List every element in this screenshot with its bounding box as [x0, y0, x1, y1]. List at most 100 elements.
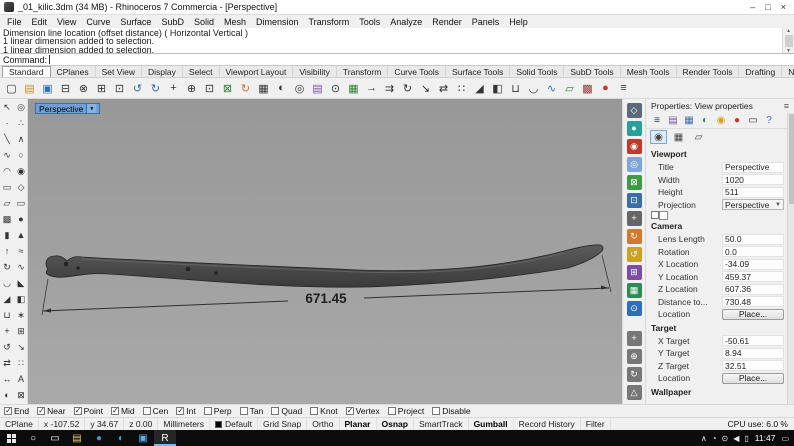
checkbox-icon[interactable]	[346, 407, 354, 415]
property-field[interactable]: 459.37▼	[722, 271, 784, 282]
zoom-dynamic-icon[interactable]: ⊕	[183, 80, 200, 97]
text-tool-icon[interactable]: A	[14, 371, 28, 387]
copy-icon[interactable]: ⊞	[93, 80, 110, 97]
curve-tools-icon[interactable]: ∿	[543, 80, 560, 97]
solid-tools-icon[interactable]: ▩	[579, 80, 596, 97]
checkbox-icon[interactable]	[143, 407, 151, 415]
property-field[interactable]: Perspective▼	[722, 199, 784, 210]
chevron-up-icon[interactable]: ∧	[701, 434, 707, 443]
split-icon[interactable]: ◧	[489, 80, 506, 97]
circle-icon[interactable]: ○	[14, 147, 28, 163]
toolbar-tab[interactable]: Set View	[96, 66, 142, 77]
pan-tool-icon[interactable]: +	[627, 331, 642, 346]
osnap-checkbox[interactable]: Disable	[432, 406, 470, 416]
render-icon[interactable]: ●	[597, 80, 614, 97]
visibility-icon[interactable]: ◎	[291, 80, 308, 97]
zoom-extents-icon[interactable]: ⊠	[219, 80, 236, 97]
zoom-window-view-icon[interactable]: ⊡	[627, 193, 642, 208]
menu-item[interactable]: File	[2, 17, 27, 27]
hide-icon[interactable]: ◐	[0, 387, 14, 403]
open-file-icon[interactable]: ▤	[21, 80, 38, 97]
toolbar-tab[interactable]: Drafting	[739, 66, 782, 77]
display-rendered-icon[interactable]: ◉	[627, 139, 642, 154]
fillet-icon[interactable]: ◡	[525, 80, 542, 97]
cone-icon[interactable]: ▲	[14, 227, 28, 243]
rotate-tool-icon[interactable]: ↺	[0, 339, 14, 355]
task-view-icon[interactable]: ▭	[44, 430, 66, 446]
select-pointer-icon[interactable]: ↖	[0, 99, 14, 115]
menu-item[interactable]: Panels	[467, 17, 505, 27]
osnap-checkbox[interactable]: Quad	[271, 406, 302, 416]
toolbar-tab[interactable]: Mesh Tools	[621, 66, 677, 77]
checkbox-icon[interactable]	[74, 407, 82, 415]
split-tool-icon[interactable]: ◧	[14, 291, 28, 307]
object-snaps-icon[interactable]: ⊙	[327, 80, 344, 97]
menu-item[interactable]: Tools	[354, 17, 385, 27]
lock-icon[interactable]: ⊠	[14, 387, 28, 403]
arc-icon[interactable]: ◠	[0, 163, 14, 179]
toolbar-tab[interactable]: Select	[183, 66, 220, 77]
status-item[interactable]: z 0.00	[124, 418, 158, 430]
toolbar-tab[interactable]: SubD Tools	[564, 66, 620, 77]
pan-icon[interactable]: +	[165, 80, 182, 97]
gumball-icon[interactable]: ⊙	[627, 301, 642, 316]
line-icon[interactable]: ╲	[0, 131, 14, 147]
explode-icon[interactable]: ∗	[14, 307, 28, 323]
status-item[interactable]: SmartTrack	[414, 418, 469, 430]
status-item[interactable]: Planar	[340, 418, 377, 430]
view-properties-mode-icon[interactable]: ◉	[650, 130, 667, 144]
layers-icon[interactable]: ▤	[309, 80, 326, 97]
osnap-checkbox[interactable]: Knot	[310, 406, 338, 416]
status-item[interactable]: y 34.67	[85, 418, 124, 430]
viewport-title-tab[interactable]: Perspective ▼	[35, 103, 100, 114]
print-icon[interactable]: ⊟	[57, 80, 74, 97]
status-item[interactable]: x -107.52	[39, 418, 85, 430]
checkbox-icon[interactable]	[271, 407, 279, 415]
edge-icon[interactable]: ◐	[110, 430, 132, 446]
file-explorer-icon[interactable]: ▤	[66, 430, 88, 446]
menu-item[interactable]: Render	[427, 17, 467, 27]
curve-icon[interactable]: ∿	[0, 147, 14, 163]
status-item[interactable]: Grid Snap	[258, 418, 307, 430]
rotate-view-strip-icon[interactable]: ↻	[627, 229, 642, 244]
property-field[interactable]: Place...▼	[722, 373, 784, 384]
onedrive-icon[interactable]: ◔	[712, 434, 717, 443]
point-cloud-icon[interactable]: ∴	[14, 115, 28, 131]
toolbar-tab[interactable]: Standard	[2, 66, 51, 77]
dimension-tool-icon[interactable]: ↔	[0, 371, 14, 387]
array-icon[interactable]: ∷	[453, 80, 470, 97]
blade-model[interactable]	[46, 245, 603, 287]
property-field[interactable]: -34.09▼	[722, 259, 784, 270]
toolbar-tab[interactable]: Visibility	[293, 66, 337, 77]
property-field[interactable]: Perspective▼	[722, 162, 784, 173]
redo-icon[interactable]: ↻	[147, 80, 164, 97]
trim-tool-icon[interactable]: ◢	[0, 291, 14, 307]
mirror-icon[interactable]: ⇄	[435, 80, 452, 97]
rotate-objects-icon[interactable]: ↻	[399, 80, 416, 97]
toolbar-tab[interactable]: Surface Tools	[446, 66, 510, 77]
osnap-checkbox[interactable]: Vertex	[346, 406, 380, 416]
point-icon[interactable]: ∙	[0, 115, 14, 131]
display-tab-icon[interactable]: ▦	[682, 114, 696, 128]
surface-tools-icon[interactable]: ▱	[561, 80, 578, 97]
toolbar-tab[interactable]: Render Tools	[677, 66, 740, 77]
rhino-icon[interactable]: R	[154, 430, 176, 446]
notes-tab-icon[interactable]: ▭	[746, 114, 760, 128]
viewport-canvas[interactable]: 671.45	[28, 99, 622, 404]
menu-item[interactable]: Help	[504, 17, 533, 27]
ellipse-icon[interactable]: ◉	[14, 163, 28, 179]
search-icon[interactable]: ○	[22, 430, 44, 446]
rotate-view-icon[interactable]: ↻	[237, 80, 254, 97]
osnap-checkbox[interactable]: Tan	[240, 406, 264, 416]
property-field[interactable]: 730.48▼	[722, 296, 784, 307]
grid-options-icon[interactable]: ▦	[345, 80, 362, 97]
options-icon[interactable]: ≡	[615, 80, 632, 97]
menu-item[interactable]: View	[52, 17, 81, 27]
mirror-tool-icon[interactable]: ⇄	[0, 355, 14, 371]
osnap-checkbox[interactable]: Cen	[143, 406, 169, 416]
property-field[interactable]: Place...▼	[722, 309, 784, 320]
polygon-icon[interactable]: ◇	[14, 179, 28, 195]
status-item[interactable]: Filter	[581, 418, 611, 430]
checkbox-icon[interactable]	[388, 407, 396, 415]
array-tool-icon[interactable]: ∷	[14, 355, 28, 371]
